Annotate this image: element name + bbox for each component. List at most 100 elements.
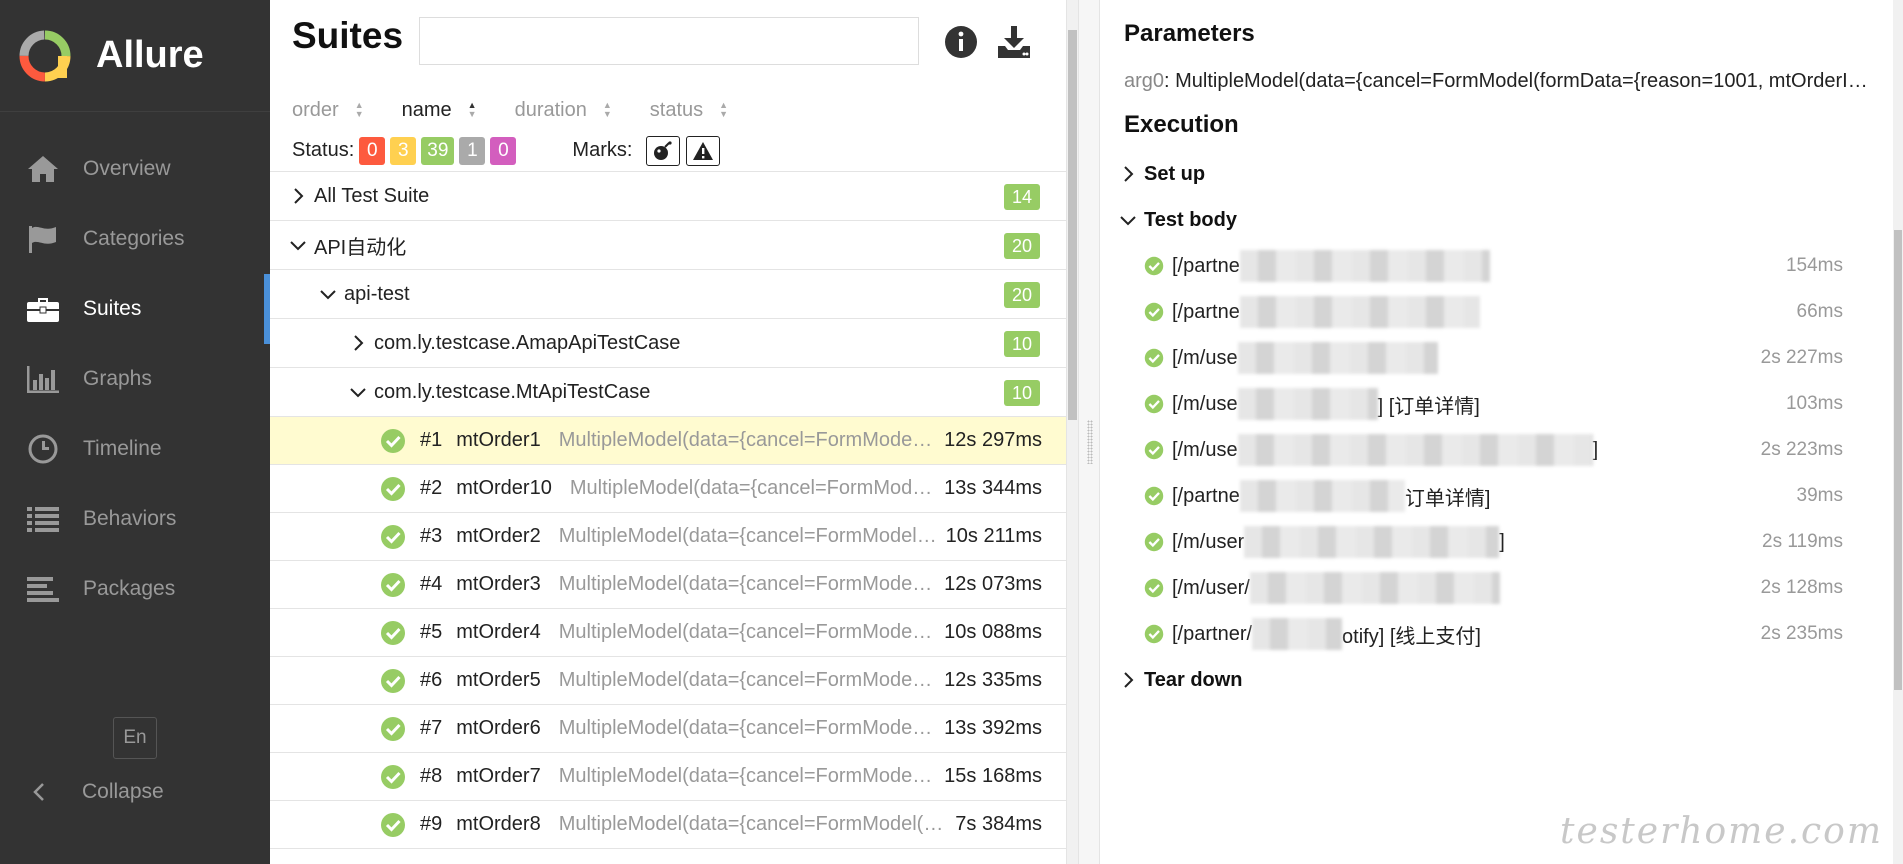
passed-icon — [381, 764, 405, 789]
test-row[interactable]: #4 mtOrder3 MultipleModel(data={cancel=For… — [270, 561, 1066, 609]
passed-icon — [381, 668, 405, 693]
sort-duration[interactable]: duration ▲ ▼ — [515, 99, 612, 122]
status-label: Status: — [292, 139, 355, 161]
language-button[interactable]: En — [113, 717, 157, 759]
scrollbar-thumb[interactable] — [1068, 30, 1077, 420]
test-duration: 10s 211ms — [945, 525, 1042, 547]
passed-count-badge: 14 — [1004, 184, 1040, 210]
flaky-mark-button[interactable] — [646, 135, 681, 166]
new-failed-mark-button[interactable] — [686, 135, 721, 166]
sort-arrows-icon: ▲ ▼ — [602, 100, 612, 119]
sort-label: name — [401, 98, 452, 121]
test-parameters: MultipleModel(data={cancel=FormModel(for… — [558, 621, 936, 643]
test-row[interactable]: #1 mtOrder1 MultipleModel(data={cancel=For… — [270, 417, 1066, 465]
sort-status[interactable]: status ▲ ▼ — [650, 99, 728, 122]
detail-scrollbar[interactable] — [1893, 0, 1903, 864]
redacted-block — [1239, 296, 1480, 328]
status-passed-badge[interactable]: 39 — [421, 136, 455, 165]
stage-label: Set up — [1144, 162, 1206, 185]
test-step[interactable]: [/m/user/2s 128ms — [1100, 565, 1893, 611]
passed-icon — [1144, 624, 1164, 644]
test-name: mtOrder2 — [456, 525, 541, 547]
brand[interactable]: Allure — [0, 0, 270, 112]
test-row[interactable]: #3 mtOrder2 MultipleModel(data={cancel=For… — [270, 513, 1066, 561]
sidebar-item-timeline[interactable]: Timeline — [0, 414, 270, 484]
sidebar-item-behaviors[interactable]: Behaviors — [0, 484, 270, 554]
test-step[interactable]: [/m/use] [订单详情] 103ms — [1100, 381, 1893, 427]
tree-node[interactable]: api-test 20 — [270, 270, 1066, 319]
test-row[interactable]: #2 mtOrder10 MultipleModel(data={cancel=Fo… — [270, 465, 1066, 513]
chevron-left-icon — [33, 783, 44, 801]
parameter-row: arg0: MultipleModel(data={cancel=FormMod… — [1124, 70, 1869, 93]
tree-node[interactable]: API自动化 20 — [270, 221, 1066, 270]
collapse-button[interactable]: Collapse — [28, 772, 164, 812]
step-duration: 2s 235ms — [1760, 623, 1843, 644]
flag-icon — [25, 223, 61, 255]
tree-node[interactable]: com.ly.testcase.MtApiTestCase 10 — [270, 368, 1066, 417]
briefcase-icon — [25, 293, 61, 325]
test-name: mtOrder3 — [456, 573, 541, 595]
sort-order[interactable]: order ▲ ▼ — [292, 99, 364, 122]
sidebar-item-categories[interactable]: Categories — [0, 204, 270, 274]
test-step[interactable]: [/partne 订单详情] 39ms — [1100, 473, 1893, 519]
tree-node-label: com.ly.testcase.AmapApiTestCase — [374, 331, 681, 354]
sidebar-item-label: Overview — [83, 157, 171, 180]
test-duration: 13s 344ms — [944, 477, 1042, 499]
sort-name[interactable]: name ▲ ▼ — [402, 99, 477, 122]
chevron-right-icon — [354, 335, 364, 351]
step-name-prefix: [/m/user/ — [1172, 576, 1250, 599]
test-step[interactable]: [/m/use 2s 227ms — [1100, 335, 1893, 381]
test-step[interactable]: [/partne 66ms — [1100, 289, 1893, 335]
sidebar-item-overview[interactable]: Overview — [0, 134, 270, 204]
warning-icon — [693, 141, 714, 160]
test-parameters: MultipleModel(data={cancel=FormModel(for… — [558, 669, 936, 691]
status-failed-badge[interactable]: 0 — [359, 136, 386, 165]
tree-node[interactable]: All Test Suite 14 — [270, 172, 1066, 221]
tree-node-label: API自动化 — [314, 236, 407, 259]
status-unknown-badge[interactable]: 0 — [490, 136, 517, 165]
teardown-stage[interactable]: Tear down — [1100, 657, 1893, 703]
passed-icon — [1144, 578, 1164, 598]
search-input[interactable] — [419, 17, 919, 65]
step-name-prefix: [/m/use — [1172, 438, 1238, 461]
passed-icon — [1144, 486, 1164, 506]
step-list: [/partne 154ms [/partne 66ms [/m/use 2s 227ms… — [1100, 243, 1893, 657]
test-step[interactable]: [/partner/otify] [线上支付] 2s 235ms — [1100, 611, 1893, 657]
test-step[interactable]: [/m/user] 2s 119ms — [1100, 519, 1893, 565]
test-duration: 13s 392ms — [944, 717, 1042, 739]
scrollbar-thumb[interactable] — [1894, 230, 1902, 690]
test-number: #8 — [420, 765, 443, 787]
sidebar-item-packages[interactable]: Packages — [0, 554, 270, 624]
passed-icon — [381, 812, 405, 837]
sidebar-item-label: Categories — [83, 227, 185, 250]
test-number: #3 — [420, 525, 443, 547]
test-duration: 12s 073ms — [944, 573, 1042, 595]
sidebar-item-suites[interactable]: Suites — [0, 274, 270, 344]
setup-stage[interactable]: Set up — [1100, 151, 1893, 197]
test-row[interactable]: #5 mtOrder4 MultipleModel(data={cancel=For… — [270, 609, 1066, 657]
test-step[interactable]: [/partne 154ms — [1100, 243, 1893, 289]
test-row[interactable]: #8 mtOrder7 MultipleModel(data={cancel=For… — [270, 753, 1066, 801]
pane-splitter[interactable] — [1078, 0, 1100, 864]
test-row[interactable]: #6 mtOrder5 MultipleModel(data={cancel=For… — [270, 657, 1066, 705]
test-step[interactable]: [/m/use] 2s 223ms — [1100, 427, 1893, 473]
suites-scrollbar[interactable] — [1067, 0, 1078, 864]
status-broken-badge[interactable]: 3 — [390, 136, 417, 165]
test-parameters: MultipleModel(data={cancel=FormModel(for… — [558, 765, 936, 787]
status-skipped-badge[interactable]: 1 — [459, 136, 486, 165]
info-icon[interactable] — [943, 24, 979, 60]
test-name: mtOrder6 — [456, 717, 541, 739]
tree-node[interactable]: com.ly.testcase.AmapApiTestCase 10 — [270, 319, 1066, 368]
step-duration: 154ms — [1785, 255, 1843, 276]
test-row[interactable]: #7 mtOrder6 MultipleModel(data={cancel=For… — [270, 705, 1066, 753]
sidebar-item-graphs[interactable]: Graphs — [0, 344, 270, 414]
drag-handle-icon[interactable] — [1087, 420, 1093, 464]
test-row[interactable]: #9 mtOrder8 MultipleModel(data={cancel=For… — [270, 801, 1066, 849]
redacted-block — [1237, 434, 1593, 466]
test-body-stage[interactable]: Test body — [1100, 197, 1893, 243]
chevron-down-icon — [320, 290, 336, 300]
passed-icon — [1144, 302, 1164, 322]
download-icon[interactable] — [996, 24, 1032, 60]
tree-node-label: api-test — [344, 282, 410, 305]
test-number: #6 — [420, 669, 443, 691]
